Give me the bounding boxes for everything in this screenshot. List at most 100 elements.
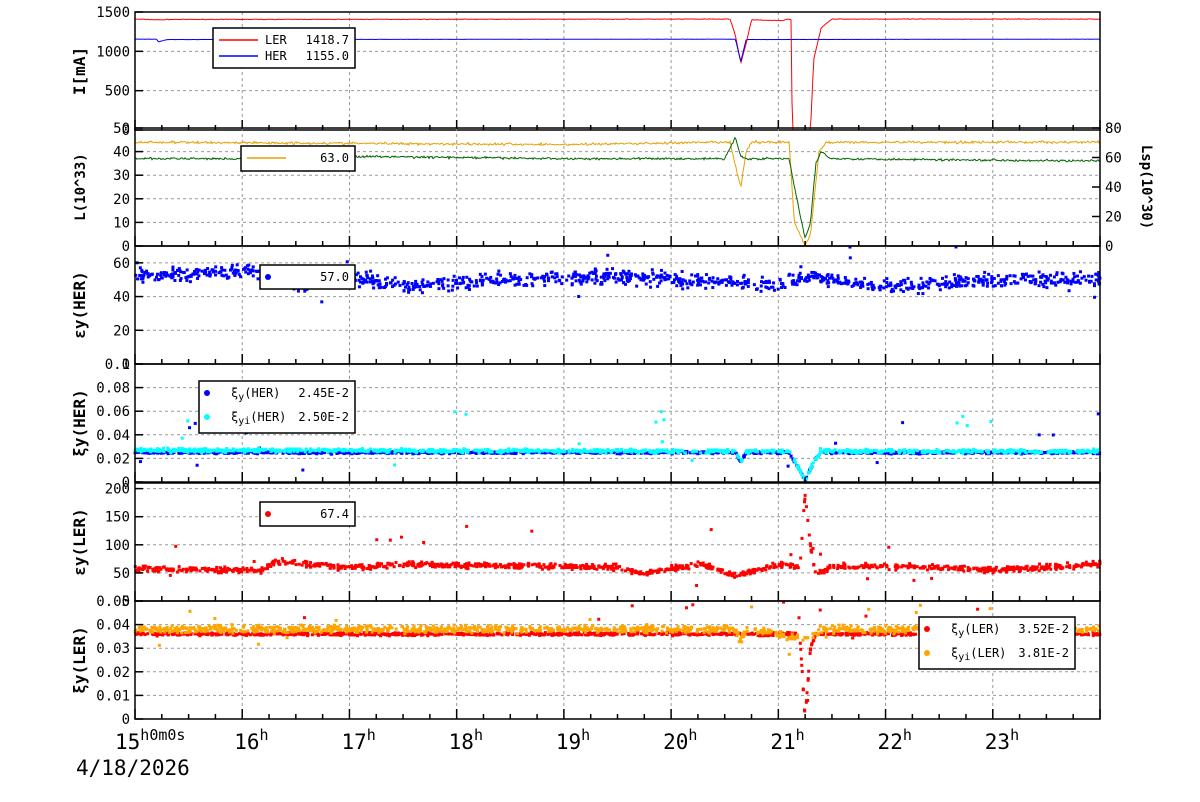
- data-point: [242, 268, 245, 271]
- data-point: [882, 286, 885, 289]
- data-point: [217, 571, 220, 574]
- data-point: [1067, 565, 1070, 568]
- data-point: [483, 561, 486, 564]
- data-point: [1044, 280, 1047, 283]
- data-point: [912, 451, 915, 454]
- data-point: [792, 274, 795, 277]
- data-point: [812, 639, 815, 642]
- data-point: [658, 568, 661, 571]
- data-point: [571, 568, 574, 571]
- data-point: [506, 449, 509, 452]
- data-point: [146, 570, 149, 573]
- data-point: [296, 450, 299, 453]
- data-point: [261, 569, 264, 572]
- data-point: [967, 281, 970, 284]
- data-point: [214, 265, 217, 268]
- data-point: [451, 289, 454, 292]
- data-point: [643, 449, 646, 452]
- data-point: [799, 557, 802, 560]
- data-point: [867, 287, 870, 290]
- y-axis-label: ξy(HER): [70, 389, 89, 456]
- data-point: [318, 565, 321, 568]
- data-point: [258, 450, 261, 453]
- data-point: [1006, 565, 1009, 568]
- data-point: [444, 564, 447, 567]
- data-point: [436, 278, 439, 281]
- data-point: [669, 567, 672, 570]
- data-point: [510, 275, 513, 278]
- data-point: [397, 281, 400, 284]
- data-point: [502, 565, 505, 568]
- data-point: [372, 282, 375, 285]
- data-point: [281, 557, 284, 560]
- data-point: [156, 273, 159, 276]
- data-point: [894, 286, 897, 289]
- data-point: [1001, 567, 1004, 570]
- data-point: [894, 565, 897, 568]
- data-point: [948, 286, 951, 289]
- y-tick-label: 60: [113, 256, 130, 272]
- data-point: [1038, 569, 1041, 572]
- data-point: [198, 569, 201, 572]
- data-point: [429, 450, 432, 453]
- data-point: [1038, 284, 1041, 287]
- data-point: [947, 449, 950, 452]
- data-point: [887, 546, 890, 549]
- data-point: [309, 565, 312, 568]
- data-point: [189, 280, 192, 283]
- data-point: [224, 451, 227, 454]
- data-point: [784, 286, 787, 289]
- data-point: [826, 566, 829, 569]
- data-point: [511, 449, 514, 452]
- data-point: [245, 567, 248, 570]
- data-point: [572, 275, 575, 278]
- data-point: [780, 561, 783, 564]
- data-point: [830, 450, 833, 453]
- data-point: [852, 451, 855, 454]
- data-point: [485, 277, 488, 280]
- data-point: [924, 285, 927, 288]
- data-point: [972, 567, 975, 570]
- legend-value: 57.0: [320, 270, 349, 284]
- data-point: [1068, 450, 1071, 453]
- data-point: [585, 280, 588, 283]
- data-point: [474, 449, 477, 452]
- data-point: [822, 569, 825, 572]
- data-point: [979, 449, 982, 452]
- data-point: [303, 290, 306, 293]
- data-point: [368, 565, 371, 568]
- data-point: [204, 270, 207, 273]
- data-point: [886, 565, 889, 568]
- data-point: [1000, 284, 1003, 287]
- data-point: [317, 448, 320, 451]
- data-point: [180, 277, 183, 280]
- data-point: [930, 577, 933, 580]
- data-point: [837, 565, 840, 568]
- data-point: [642, 279, 645, 282]
- data-point: [414, 280, 417, 283]
- data-point: [684, 567, 687, 570]
- data-point: [606, 273, 609, 276]
- data-point: [636, 450, 639, 453]
- data-point: [305, 566, 308, 569]
- data-point: [1053, 449, 1056, 452]
- data-point: [692, 281, 695, 284]
- data-point: [503, 449, 506, 452]
- data-point: [151, 273, 154, 276]
- data-point: [1040, 451, 1043, 454]
- data-point: [601, 450, 604, 453]
- data-point: [181, 437, 184, 440]
- data-point: [638, 276, 641, 279]
- data-point: [246, 264, 249, 267]
- data-point: [706, 564, 709, 567]
- data-point: [797, 466, 800, 469]
- data-point: [201, 270, 204, 273]
- data-point: [453, 410, 456, 413]
- data-point: [579, 449, 582, 452]
- data-point: [529, 450, 532, 453]
- data-point: [934, 565, 937, 568]
- data-point: [484, 565, 487, 568]
- legend-value: 2.50E-2: [298, 410, 349, 424]
- data-point: [422, 285, 425, 288]
- data-point: [704, 280, 707, 283]
